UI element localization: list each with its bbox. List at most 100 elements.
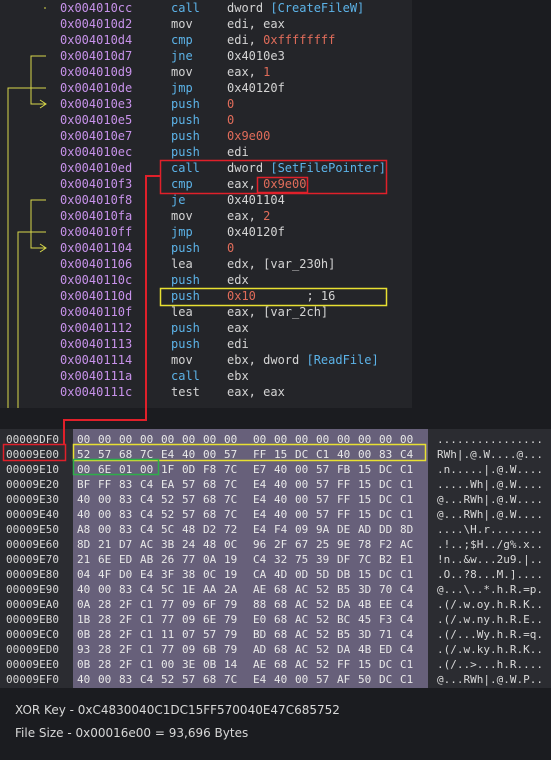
hex-byte[interactable]: C4 xyxy=(140,507,156,523)
hex-byte[interactable]: 77 xyxy=(161,612,177,628)
hex-byte[interactable]: DC xyxy=(379,477,395,493)
hex-byte[interactable]: 57 xyxy=(316,462,332,478)
hex-byte[interactable]: 39 xyxy=(316,552,332,568)
hex-byte[interactable]: 40 xyxy=(274,477,290,493)
hex-byte[interactable]: 83 xyxy=(119,582,135,598)
hex-byte[interactable]: 15 xyxy=(358,477,374,493)
hex-byte[interactable]: 57 xyxy=(316,507,332,523)
hex-byte[interactable]: C1 xyxy=(316,447,332,463)
hex-byte[interactable]: 00 xyxy=(295,477,311,493)
hex-row[interactable]: 00009E30 40 00 83 C4 52 57 68 7C E4 40 00 57 FF 15 DC C1… xyxy=(0,492,551,508)
hex-byte[interactable]: FF xyxy=(337,507,353,523)
hex-byte[interactable]: F3 xyxy=(379,612,395,628)
hex-byte[interactable]: AF xyxy=(337,672,353,688)
hex-byte[interactable]: 09 xyxy=(295,522,311,538)
hex-byte[interactable]: F8 xyxy=(203,462,219,478)
hex-row[interactable]: 00009DF0 00 00 00 00 00 00 00 00 00 00 00 00 00 00 00 00… xyxy=(0,432,551,448)
hex-byte[interactable]: D2 xyxy=(203,522,219,538)
hex-byte[interactable]: 40 xyxy=(274,462,290,478)
hex-byte[interactable]: 1B xyxy=(77,612,93,628)
hex-byte[interactable]: 2F xyxy=(119,597,135,613)
hex-byte[interactable]: DC xyxy=(379,657,395,673)
hex-byte[interactable]: 21 xyxy=(77,552,93,568)
hex-byte[interactable]: C4 xyxy=(400,642,416,658)
hex-byte[interactable]: AC xyxy=(295,597,311,613)
hex-byte[interactable]: 26 xyxy=(161,552,177,568)
hex-byte[interactable]: 0D xyxy=(182,462,198,478)
hex-byte[interactable]: AD xyxy=(253,642,269,658)
hex-byte[interactable]: AC xyxy=(295,612,311,628)
hex-byte[interactable]: 83 xyxy=(119,672,135,688)
hex-byte[interactable]: 19 xyxy=(224,567,240,583)
hex-byte[interactable]: 15 xyxy=(358,657,374,673)
hex-byte[interactable]: 9A xyxy=(316,522,332,538)
hex-byte[interactable]: 00 xyxy=(203,432,219,448)
hex-byte[interactable]: 6E xyxy=(98,462,114,478)
hex-byte[interactable]: 00 xyxy=(98,672,114,688)
hex-byte[interactable]: 0B xyxy=(77,627,93,643)
instruction-address[interactable]: 0x004010d7 xyxy=(60,48,132,64)
hex-byte[interactable]: 14 xyxy=(224,657,240,673)
hex-row[interactable]: 00009EC0 0B 28 2F C1 11 07 57 79 BD 68 AC 52 B5 3D 71 C4… xyxy=(0,627,551,643)
hex-byte[interactable]: FF xyxy=(98,477,114,493)
hex-row[interactable]: 00009E90 40 00 83 C4 5C 1E AA 2A AE 68 AC 52 B5 3D 70 C4… xyxy=(0,582,551,598)
disasm-line[interactable]: 0x004010fa mov eax, 2 xyxy=(0,208,412,224)
hex-byte[interactable]: DC xyxy=(379,462,395,478)
instruction-address[interactable]: 0x0040111c xyxy=(60,384,132,400)
hex-byte[interactable]: 96 xyxy=(253,537,269,553)
hex-byte[interactable]: 00 xyxy=(119,432,135,448)
hex-byte[interactable]: 77 xyxy=(182,552,198,568)
hex-byte[interactable]: FF xyxy=(337,477,353,493)
hex-byte[interactable]: 40 xyxy=(77,582,93,598)
hex-byte[interactable]: 40 xyxy=(77,492,93,508)
instruction-address[interactable]: 0x004010e3 xyxy=(60,96,132,112)
hex-row[interactable]: 00009E00 52 57 68 7C E4 40 00 57 FF 15 DC C1 40 00 83 C4… xyxy=(0,447,551,463)
hex-byte[interactable]: 3B xyxy=(161,537,177,553)
hex-byte[interactable]: DB xyxy=(337,567,353,583)
hex-byte[interactable]: 0C xyxy=(203,567,219,583)
hex-byte[interactable]: 3D xyxy=(358,582,374,598)
hex-byte[interactable]: 52 xyxy=(316,597,332,613)
hex-row[interactable]: 00009EB0 1B 28 2F C1 77 09 6E 79 E0 68 AC 52 BC 45 F3 C4… xyxy=(0,612,551,628)
hex-byte[interactable]: 79 xyxy=(224,612,240,628)
hex-byte[interactable]: C1 xyxy=(400,672,416,688)
disasm-line[interactable]: 0x004010f8 je 0x401104 xyxy=(0,192,412,208)
instruction-address[interactable]: 0x004010d9 xyxy=(60,64,132,80)
hex-row[interactable]: 00009EF0 40 00 83 C4 52 57 68 7C E4 40 00 57 AF 50 DC C1… xyxy=(0,672,551,688)
hex-byte[interactable]: 28 xyxy=(98,627,114,643)
hex-byte[interactable]: F2 xyxy=(379,537,395,553)
disasm-line[interactable]: 0x004010e3 push 0 xyxy=(0,96,412,112)
hex-byte[interactable]: C4 xyxy=(140,582,156,598)
hex-byte[interactable]: C4 xyxy=(400,612,416,628)
hex-byte[interactable]: 7C xyxy=(224,492,240,508)
hex-byte[interactable]: 00 xyxy=(295,672,311,688)
hex-byte[interactable]: 7C xyxy=(224,507,240,523)
instruction-address[interactable]: 0x0040111a xyxy=(60,368,132,384)
hex-byte[interactable]: 6E xyxy=(203,612,219,628)
instruction-address[interactable]: 0x004010e7 xyxy=(60,128,132,144)
hex-byte[interactable]: ED xyxy=(379,642,395,658)
hex-byte[interactable]: AD xyxy=(358,522,374,538)
hex-byte[interactable]: C4 xyxy=(400,447,416,463)
hex-byte[interactable]: 57 xyxy=(224,447,240,463)
disasm-line[interactable]: 0x004010ff jmp 0x40120f xyxy=(0,224,412,240)
hex-byte[interactable]: ED xyxy=(119,552,135,568)
instruction-address[interactable]: 0x00401104 xyxy=(60,240,132,256)
hex-byte[interactable]: 21 xyxy=(98,537,114,553)
disasm-line[interactable]: 0x00401112 push eax xyxy=(0,320,412,336)
hex-byte[interactable]: 04 xyxy=(77,567,93,583)
hex-byte[interactable]: 52 xyxy=(316,582,332,598)
hex-byte[interactable]: 57 xyxy=(182,492,198,508)
hex-byte[interactable]: BD xyxy=(253,627,269,643)
hex-byte[interactable]: C4 xyxy=(400,627,416,643)
hex-byte[interactable]: DC xyxy=(379,567,395,583)
hex-byte[interactable]: 79 xyxy=(224,642,240,658)
hex-byte[interactable]: 00 xyxy=(182,432,198,448)
hex-byte[interactable]: 52 xyxy=(161,492,177,508)
hex-byte[interactable]: 6F xyxy=(203,597,219,613)
hex-byte[interactable]: E4 xyxy=(161,447,177,463)
hex-byte[interactable]: 28 xyxy=(98,657,114,673)
disasm-line[interactable]: 0x00401104 push 0 xyxy=(0,240,412,256)
hex-byte[interactable]: C1 xyxy=(400,492,416,508)
hex-byte[interactable]: 3E xyxy=(182,657,198,673)
